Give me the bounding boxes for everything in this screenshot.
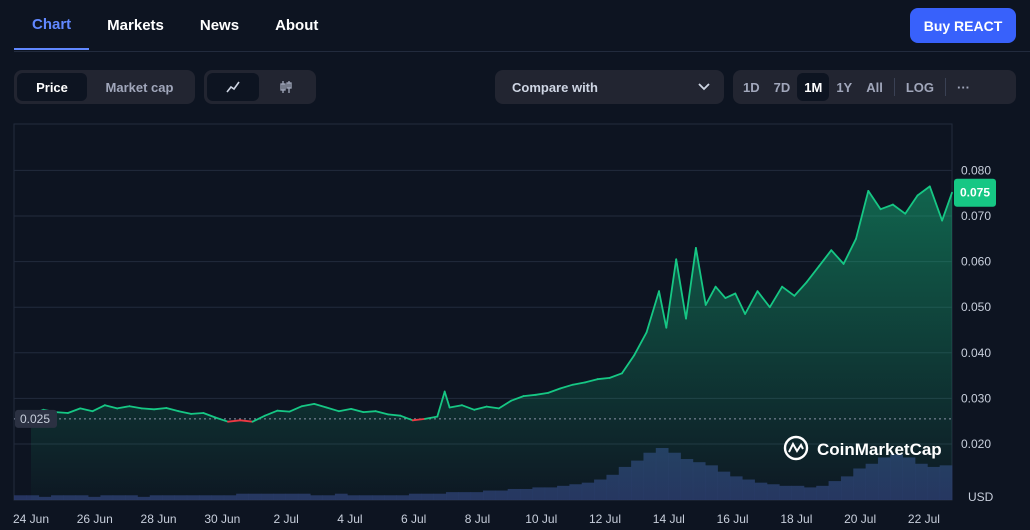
y-axis-unit: USD (968, 490, 994, 504)
y-tick-label: 0.050 (961, 300, 991, 314)
y-tick-label: 0.030 (961, 391, 991, 405)
price-area (31, 186, 952, 500)
x-tick-label: 28 Jun (141, 512, 177, 526)
x-tick-label: 20 Jul (844, 512, 876, 526)
x-tick-label: 24 Jun (13, 512, 49, 526)
reference-price-label: 0.025 (20, 412, 50, 426)
price-chart: 0.080 0.070 0.060 0.050 0.040 0.030 0.020 24 J… (13, 123, 996, 526)
price-segment (190, 412, 205, 415)
x-tick-label: 4 Jul (337, 512, 362, 526)
x-tick-label: 8 Jul (465, 512, 490, 526)
y-tick-label: 0.020 (961, 437, 991, 451)
current-price-badge: 0.075 (954, 178, 996, 207)
x-tick-label: 6 Jul (401, 512, 426, 526)
x-tick-label: 18 Jul (780, 512, 812, 526)
x-tick-label: 22 Jul (908, 512, 940, 526)
price-segment (276, 409, 291, 413)
x-tick-label: 12 Jul (589, 512, 621, 526)
price-segment (140, 407, 156, 411)
x-tick-label: 14 Jul (653, 512, 685, 526)
watermark-text: CoinMarketCap (817, 440, 942, 459)
volume-bar (14, 495, 27, 500)
y-tick-label: 0.070 (961, 209, 991, 223)
y-tick-label: 0.060 (961, 255, 991, 269)
reference-price-badge: 0.025 (15, 409, 57, 428)
x-tick-label: 2 Jul (273, 512, 298, 526)
x-tick-label: 16 Jul (717, 512, 749, 526)
x-tick-label: 30 Jun (204, 512, 240, 526)
x-tick-label: 26 Jun (77, 512, 113, 526)
current-price-label: 0.075 (960, 186, 990, 200)
price-segment (54, 411, 69, 414)
x-tick-label: 10 Jul (525, 512, 557, 526)
price-segment (362, 410, 377, 414)
y-tick-label: 0.080 (961, 163, 991, 177)
x-axis: 24 Jun 26 Jun 28 Jun 30 Jun 2 Jul 4 Jul 6 Jul 8… (13, 512, 940, 526)
y-tick-label: 0.040 (961, 346, 991, 360)
